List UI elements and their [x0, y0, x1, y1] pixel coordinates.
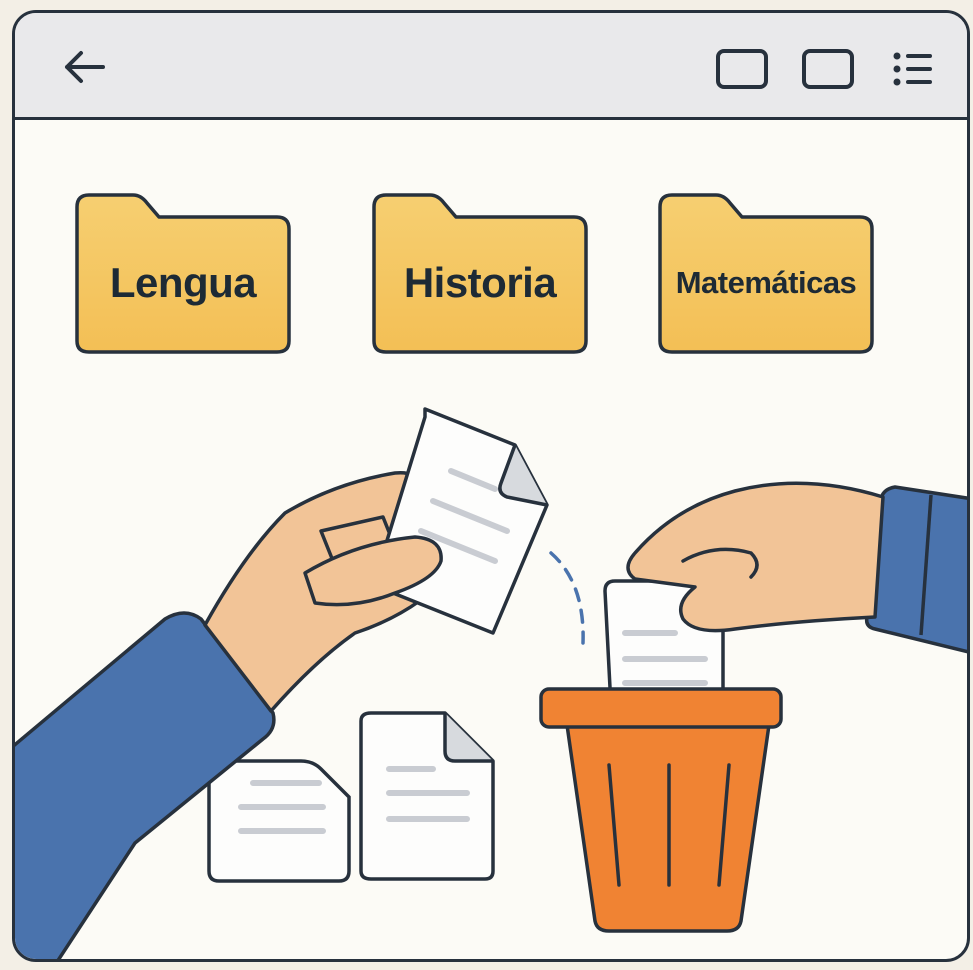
file-manager-window: Lengua Historia Matemáticas	[12, 10, 970, 962]
screen: Lengua Historia Matemáticas	[0, 0, 973, 970]
illustration	[15, 407, 967, 959]
document-icon	[359, 711, 495, 881]
document-icon	[207, 759, 351, 883]
motion-arc	[549, 551, 585, 645]
trash-bin-icon	[539, 579, 783, 933]
